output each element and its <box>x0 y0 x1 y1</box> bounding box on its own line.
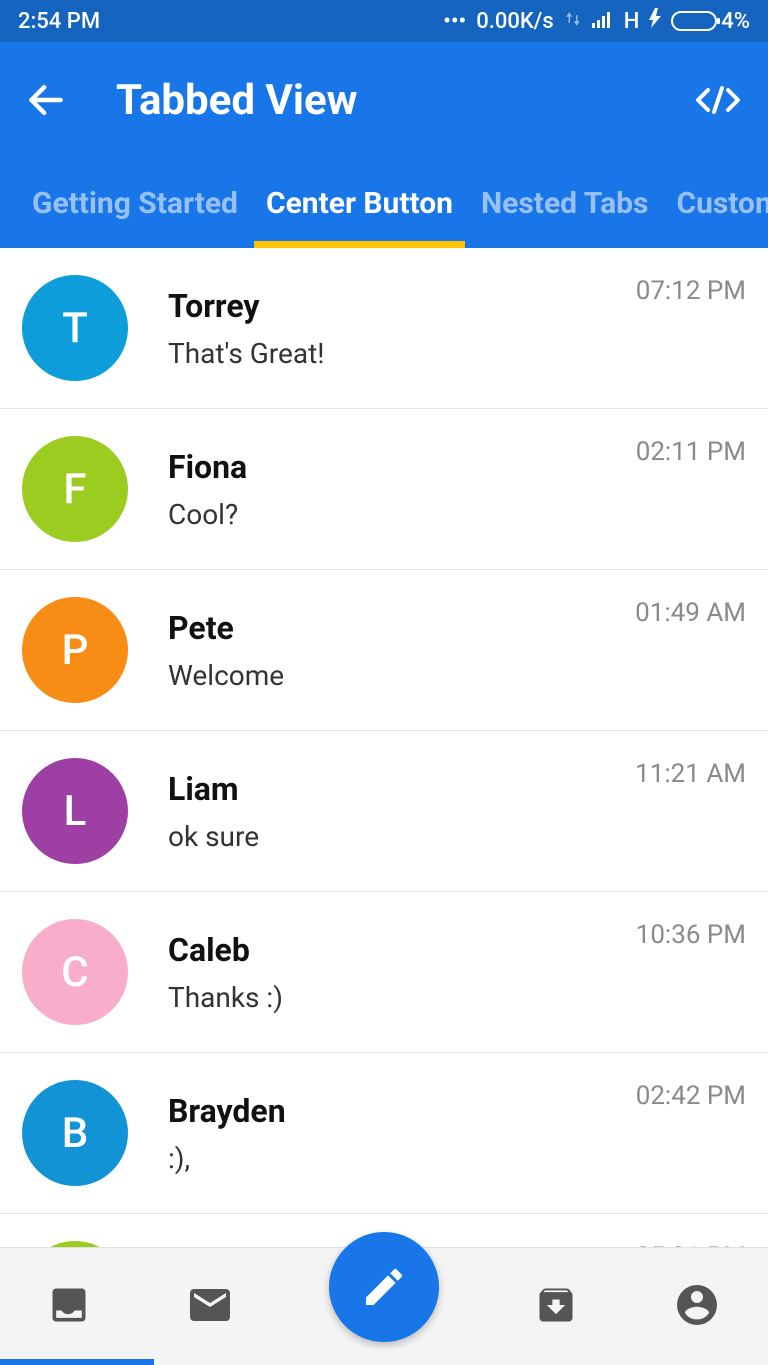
last-message: :), <box>168 1142 636 1175</box>
contact-name: Liam <box>168 770 635 808</box>
compose-fab[interactable] <box>329 1232 439 1342</box>
last-message: Cool? <box>168 498 636 531</box>
avatar: F <box>22 436 128 542</box>
avatar: B <box>22 1080 128 1186</box>
tab-getting-started[interactable]: Getting Started <box>18 158 252 248</box>
avatar: T <box>22 275 128 381</box>
contact-name: Torrey <box>168 287 636 325</box>
contact-name: Fiona <box>168 448 636 486</box>
contact-name: Pete <box>168 609 635 647</box>
tab-strip: Getting StartedCenter ButtonNested TabsC… <box>0 158 768 248</box>
bottom-nav <box>0 1247 768 1365</box>
row-body: Brayden:), <box>168 1092 636 1175</box>
list-item[interactable]: L Liam ok sure 11:21 AM <box>0 731 768 892</box>
timestamp: 10:36 PM <box>636 920 746 950</box>
row-body: Liam ok sure <box>168 770 635 853</box>
timestamp: 01:49 AM <box>635 598 746 628</box>
timestamp: 02:42 PM <box>636 1081 746 1111</box>
last-message: Thanks :) <box>168 981 636 1014</box>
status-speed: 0.00K/s <box>476 9 553 34</box>
list-item[interactable]: C Caleb Thanks :) 10:36 PM <box>0 892 768 1053</box>
status-dots-icon: ••• <box>443 9 466 34</box>
list-item[interactable]: T Torrey That's Great! 07:12 PM <box>0 248 768 409</box>
timestamp: 07:12 PM <box>636 276 746 306</box>
nav-mail-icon[interactable] <box>186 1281 234 1333</box>
tab-center-button[interactable]: Center Button <box>252 158 467 248</box>
list-item[interactable]: P Pete Welcome 01:49 AM <box>0 570 768 731</box>
battery-indicator: 4% <box>671 9 750 34</box>
last-message: That's Great! <box>168 337 636 370</box>
app-bar: Tabbed View <box>0 42 768 158</box>
charging-icon <box>649 8 661 34</box>
tab-nested-tabs[interactable]: Nested Tabs <box>467 158 662 248</box>
row-body: Torrey That's Great! <box>168 287 636 370</box>
nav-archive-icon[interactable] <box>534 1283 578 1331</box>
row-body: Fiona Cool? <box>168 448 636 531</box>
page-title: Tabbed View <box>116 76 692 125</box>
list-item[interactable]: F Fiona Cool? 02:11 PM <box>0 409 768 570</box>
avatar: P <box>22 597 128 703</box>
code-button[interactable] <box>692 82 744 118</box>
list-item[interactable]: BBrayden:),02:42 PM <box>0 1053 768 1214</box>
last-message: ok sure <box>168 820 635 853</box>
status-time: 2:54 PM <box>18 9 100 34</box>
bottom-nav-indicator <box>0 1359 154 1365</box>
nav-profile-icon[interactable] <box>673 1281 721 1333</box>
conversation-list[interactable]: T Torrey That's Great! 07:12 PM F Fiona Cool? 0… <box>0 248 768 1365</box>
avatar: L <box>22 758 128 864</box>
data-traffic-icon <box>564 9 582 34</box>
last-message: Welcome <box>168 659 635 692</box>
battery-pct: 4% <box>721 9 750 34</box>
contact-name: Caleb <box>168 931 636 969</box>
signal-icon <box>592 9 614 34</box>
network-type: H <box>624 9 640 34</box>
avatar: C <box>22 919 128 1025</box>
contact-name: Brayden <box>168 1092 636 1130</box>
back-button[interactable] <box>24 78 68 122</box>
status-bar: 2:54 PM ••• 0.00K/s H 4% <box>0 0 768 42</box>
nav-inbox-icon[interactable] <box>47 1283 91 1331</box>
timestamp: 02:11 PM <box>636 437 746 467</box>
tab-custom[interactable]: Custom <box>662 158 768 248</box>
row-body: Pete Welcome <box>168 609 635 692</box>
timestamp: 11:21 AM <box>635 759 746 789</box>
row-body: Caleb Thanks :) <box>168 931 636 1014</box>
